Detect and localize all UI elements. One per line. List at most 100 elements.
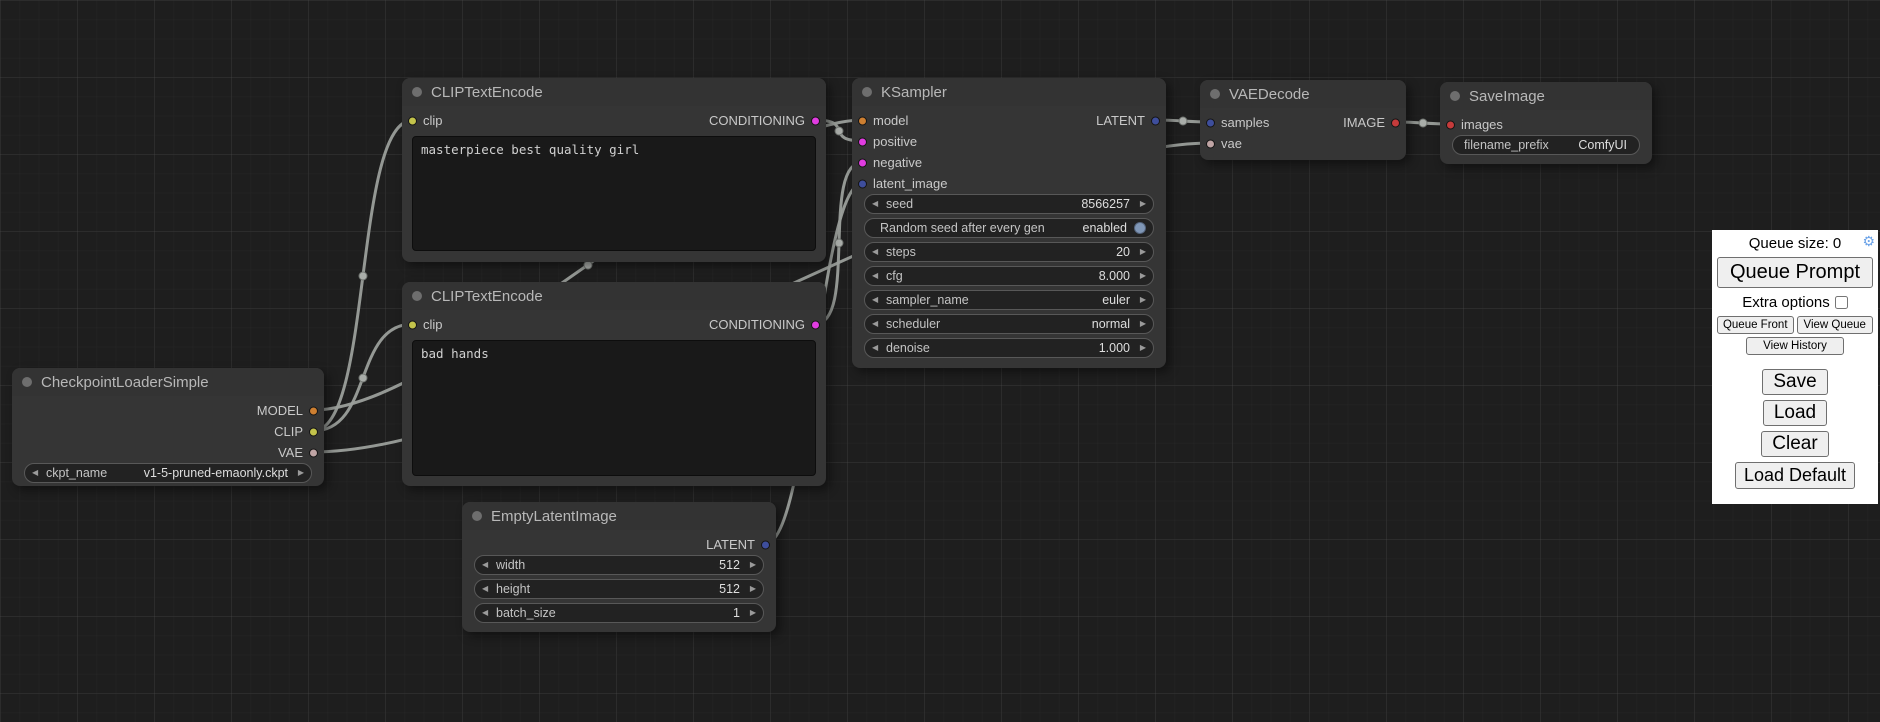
increment-arrow-icon[interactable]: ▶ — [1135, 344, 1146, 352]
extra-options-checkbox[interactable] — [1835, 296, 1848, 309]
input-slot-latent-image[interactable]: latent_image — [852, 173, 1166, 194]
input-slot-negative[interactable]: negative — [852, 152, 1166, 173]
decrement-arrow-icon[interactable]: ◀ — [482, 609, 493, 617]
clip-input-dot[interactable] — [408, 116, 417, 125]
steps-widget[interactable]: ◀ steps 20 ▶ — [864, 242, 1154, 262]
slot-row-model-latent[interactable]: model LATENT — [852, 110, 1166, 131]
toggle-knob[interactable] — [1134, 222, 1146, 234]
increment-arrow-icon[interactable]: ▶ — [745, 609, 756, 617]
slot-row-clip-conditioning[interactable]: clip CONDITIONING — [402, 314, 826, 335]
view-history-button[interactable]: View History — [1746, 337, 1844, 355]
input-slot-positive[interactable]: positive — [852, 131, 1166, 152]
node-title-bar[interactable]: EmptyLatentImage — [462, 502, 776, 530]
images-input-dot[interactable] — [1446, 120, 1455, 129]
node-vae-decode[interactable]: VAEDecode samples IMAGE vae — [1200, 80, 1406, 160]
node-title-bar[interactable]: SaveImage — [1440, 82, 1652, 110]
decrement-arrow-icon[interactable]: ◀ — [482, 561, 493, 569]
node-title-bar[interactable]: KSampler — [852, 78, 1166, 106]
next-value-arrow-icon[interactable]: ▶ — [1135, 296, 1146, 304]
ckpt-name-widget[interactable]: ◀ ckpt_name v1-5-pruned-emaonly.ckpt ▶ — [24, 463, 312, 483]
node-clip-text-encode-positive[interactable]: CLIPTextEncode clip CONDITIONING masterp… — [402, 78, 826, 262]
queue-size-label: Queue size: 0 — [1749, 235, 1842, 252]
latent-output-dot[interactable] — [1151, 116, 1160, 125]
samples-input-dot[interactable] — [1206, 118, 1215, 127]
input-slot-images[interactable]: images — [1440, 114, 1652, 135]
collapse-dot-icon[interactable] — [472, 511, 482, 521]
sampler-name-widget[interactable]: ◀ sampler_name euler ▶ — [864, 290, 1154, 310]
width-widget[interactable]: ◀ width 512 ▶ — [474, 555, 764, 575]
queue-prompt-button[interactable]: Queue Prompt — [1717, 257, 1873, 288]
node-save-image[interactable]: SaveImage images filename_prefix ComfyUI — [1440, 82, 1652, 164]
cfg-widget[interactable]: ◀ cfg 8.000 ▶ — [864, 266, 1154, 286]
graph-canvas[interactable]: CheckpointLoaderSimple MODEL CLIP VAE ◀ … — [0, 0, 1880, 722]
collapse-dot-icon[interactable] — [412, 291, 422, 301]
increment-arrow-icon[interactable]: ▶ — [1135, 272, 1146, 280]
model-output-dot[interactable] — [309, 406, 318, 415]
comfy-menu-panel[interactable]: Queue size: 0 ⚙ Queue Prompt Extra optio… — [1712, 230, 1878, 504]
widget-value: 512 — [719, 558, 740, 572]
load-button[interactable]: Load — [1763, 400, 1827, 426]
node-title-bar[interactable]: CheckpointLoaderSimple — [12, 368, 324, 396]
random-seed-toggle-widget[interactable]: Random seed after every gen enabled — [864, 218, 1154, 238]
clip-output-dot[interactable] — [309, 427, 318, 436]
node-title-bar[interactable]: CLIPTextEncode — [402, 78, 826, 106]
latent-image-input-dot[interactable] — [858, 179, 867, 188]
save-button[interactable]: Save — [1762, 369, 1827, 395]
next-value-arrow-icon[interactable]: ▶ — [293, 469, 304, 477]
positive-input-dot[interactable] — [858, 137, 867, 146]
node-clip-text-encode-negative[interactable]: CLIPTextEncode clip CONDITIONING bad han… — [402, 282, 826, 486]
output-slot-clip[interactable]: CLIP — [12, 421, 324, 442]
increment-arrow-icon[interactable]: ▶ — [745, 561, 756, 569]
latent-output-dot[interactable] — [761, 540, 770, 549]
vae-output-dot[interactable] — [309, 448, 318, 457]
prev-value-arrow-icon[interactable]: ◀ — [32, 469, 43, 477]
collapse-dot-icon[interactable] — [412, 87, 422, 97]
output-slot-latent[interactable]: LATENT — [462, 534, 776, 555]
prev-value-arrow-icon[interactable]: ◀ — [872, 296, 883, 304]
conditioning-output-dot[interactable] — [811, 116, 820, 125]
clip-input-dot[interactable] — [408, 320, 417, 329]
increment-arrow-icon[interactable]: ▶ — [1135, 248, 1146, 256]
decrement-arrow-icon[interactable]: ◀ — [872, 248, 883, 256]
node-title-bar[interactable]: VAEDecode — [1200, 80, 1406, 108]
filename-prefix-widget[interactable]: filename_prefix ComfyUI — [1452, 135, 1640, 155]
node-checkpoint-loader[interactable]: CheckpointLoaderSimple MODEL CLIP VAE ◀ … — [12, 368, 324, 486]
slot-row-samples-image[interactable]: samples IMAGE — [1200, 112, 1406, 133]
seed-widget[interactable]: ◀ seed 8566257 ▶ — [864, 194, 1154, 214]
negative-prompt-textarea[interactable]: bad hands — [412, 340, 816, 476]
positive-prompt-textarea[interactable]: masterpiece best quality girl — [412, 136, 816, 251]
node-empty-latent-image[interactable]: EmptyLatentImage LATENT ◀ width 512 ▶ ◀ … — [462, 502, 776, 632]
node-title-bar[interactable]: CLIPTextEncode — [402, 282, 826, 310]
view-queue-button[interactable]: View Queue — [1797, 316, 1874, 334]
collapse-dot-icon[interactable] — [1210, 89, 1220, 99]
conditioning-output-dot[interactable] — [811, 320, 820, 329]
height-widget[interactable]: ◀ height 512 ▶ — [474, 579, 764, 599]
decrement-arrow-icon[interactable]: ◀ — [872, 344, 883, 352]
decrement-arrow-icon[interactable]: ◀ — [482, 585, 493, 593]
vae-input-dot[interactable] — [1206, 139, 1215, 148]
negative-input-dot[interactable] — [858, 158, 867, 167]
denoise-widget[interactable]: ◀ denoise 1.000 ▶ — [864, 338, 1154, 358]
image-output-dot[interactable] — [1391, 118, 1400, 127]
increment-arrow-icon[interactable]: ▶ — [745, 585, 756, 593]
decrement-arrow-icon[interactable]: ◀ — [872, 200, 883, 208]
collapse-dot-icon[interactable] — [1450, 91, 1460, 101]
clear-button[interactable]: Clear — [1761, 431, 1828, 457]
scheduler-widget[interactable]: ◀ scheduler normal ▶ — [864, 314, 1154, 334]
decrement-arrow-icon[interactable]: ◀ — [872, 272, 883, 280]
model-input-dot[interactable] — [858, 116, 867, 125]
slot-row-clip-conditioning[interactable]: clip CONDITIONING — [402, 110, 826, 131]
prev-value-arrow-icon[interactable]: ◀ — [872, 320, 883, 328]
output-slot-vae[interactable]: VAE — [12, 442, 324, 463]
collapse-dot-icon[interactable] — [862, 87, 872, 97]
node-ksampler[interactable]: KSampler model LATENT positive negative … — [852, 78, 1166, 368]
load-default-button[interactable]: Load Default — [1735, 462, 1855, 489]
output-slot-model[interactable]: MODEL — [12, 400, 324, 421]
settings-gear-icon[interactable]: ⚙ — [1862, 233, 1875, 250]
next-value-arrow-icon[interactable]: ▶ — [1135, 320, 1146, 328]
batch-size-widget[interactable]: ◀ batch_size 1 ▶ — [474, 603, 764, 623]
increment-arrow-icon[interactable]: ▶ — [1135, 200, 1146, 208]
input-slot-vae[interactable]: vae — [1200, 133, 1406, 154]
collapse-dot-icon[interactable] — [22, 377, 32, 387]
queue-front-button[interactable]: Queue Front — [1717, 316, 1794, 334]
